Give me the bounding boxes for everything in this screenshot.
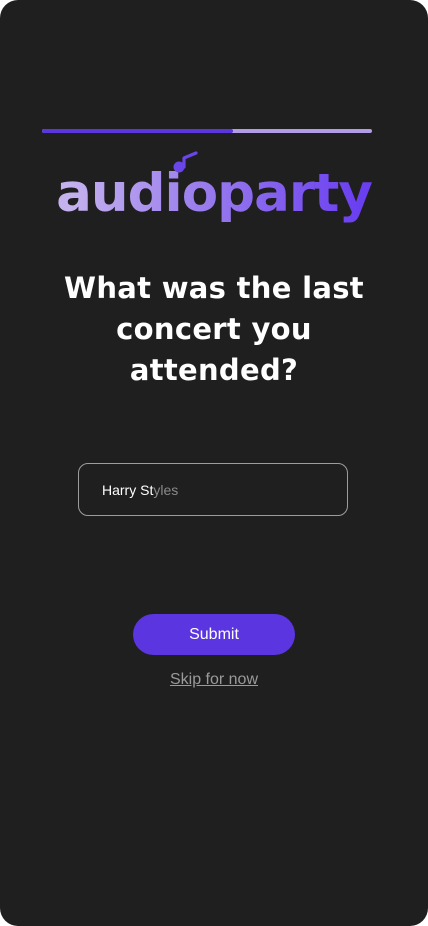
progress-bar [42, 129, 372, 133]
onboarding-screen: audioparty What was the last concert you… [0, 0, 428, 926]
app-logo: audioparty [0, 150, 428, 230]
progress-bar-fill [42, 129, 234, 133]
answer-typed-text: Harry St [102, 481, 154, 498]
question-title: What was the last concert you attended? [64, 271, 364, 387]
answer-autocomplete-suggestion: yles [153, 481, 179, 498]
answer-input[interactable]: Harry St yles [78, 463, 348, 516]
skip-link[interactable]: Skip for now [0, 671, 428, 689]
submit-button[interactable]: Submit [133, 614, 295, 655]
logo-wordmark: audioparty [56, 163, 372, 224]
